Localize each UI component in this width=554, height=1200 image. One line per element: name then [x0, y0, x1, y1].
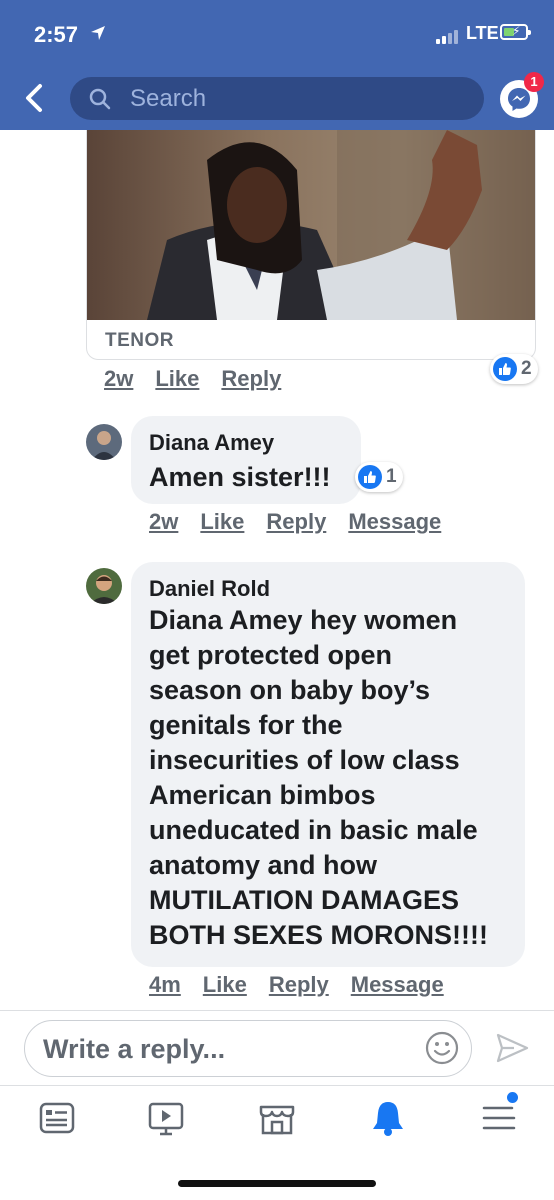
- reply-button[interactable]: Reply: [221, 366, 281, 392]
- network-type: LTE: [466, 23, 499, 43]
- battery-icon: ⚡: [500, 24, 531, 40]
- divider: [0, 1010, 554, 1011]
- menu-notification-dot: [507, 1092, 518, 1103]
- messenger-badge: 1: [524, 72, 544, 92]
- reaction-count: 1: [386, 466, 397, 487]
- reply-button[interactable]: Reply: [266, 509, 326, 535]
- timestamp-link[interactable]: 4m: [149, 972, 181, 998]
- reaction-summary[interactable]: 2: [490, 354, 538, 384]
- comment-bubble: Daniel Rold Diana Amey hey women get pro…: [131, 562, 525, 967]
- back-button[interactable]: [20, 80, 52, 116]
- status-time: 2:57: [34, 22, 79, 47]
- signal-icon: [436, 28, 460, 44]
- watch-icon: [148, 1102, 184, 1136]
- marketplace-icon: [259, 1105, 295, 1135]
- like-button[interactable]: Like: [200, 509, 244, 535]
- app-header: 2:57 LTE ⚡ Search 1: [0, 0, 554, 130]
- comment-text-line: get protected open: [149, 640, 393, 670]
- tab-news-feed[interactable]: [37, 1098, 77, 1138]
- avatar-image: [86, 568, 122, 604]
- send-button[interactable]: [494, 1030, 530, 1071]
- notifications-icon: [373, 1102, 403, 1136]
- comment-author[interactable]: Diana Amey: [149, 430, 274, 456]
- avatar-image: [86, 424, 122, 460]
- search-placeholder: Search: [130, 85, 207, 112]
- menu-icon: [482, 1106, 516, 1130]
- home-indicator: [178, 1180, 376, 1187]
- news-feed-icon: [39, 1102, 75, 1134]
- message-button[interactable]: Message: [348, 509, 441, 535]
- comment-text-line: Diana Amey hey women: [149, 605, 458, 635]
- comment-actions: 4m Like Reply Message: [149, 972, 466, 998]
- reaction-count: 2: [521, 358, 532, 379]
- timestamp-link[interactable]: 2w: [104, 366, 133, 392]
- messenger-button[interactable]: 1: [500, 72, 544, 118]
- chevron-left-icon: [26, 84, 42, 112]
- tab-menu[interactable]: [479, 1092, 519, 1138]
- comment-actions: 2w Like Reply Message: [149, 509, 463, 535]
- like-reaction-icon: [358, 465, 382, 489]
- send-icon: [496, 1033, 529, 1063]
- like-button[interactable]: Like: [155, 366, 199, 392]
- message-button[interactable]: Message: [351, 972, 444, 998]
- tab-notifications[interactable]: [368, 1098, 408, 1138]
- comment-text-line: anatomy and how: [149, 850, 378, 880]
- reply-input[interactable]: Write a reply...: [24, 1020, 472, 1077]
- gif-attachment[interactable]: TENOR: [86, 130, 536, 360]
- comment-text-line: BOTH SEXES MORONS!!!!: [149, 920, 489, 950]
- comment-bubble: Diana Amey Amen sister!!!: [131, 416, 361, 504]
- comment-text-line: MUTILATION DAMAGES: [149, 885, 459, 915]
- like-reaction-icon: [493, 357, 517, 381]
- avatar[interactable]: [86, 568, 122, 604]
- reaction-summary[interactable]: 1: [355, 462, 403, 492]
- comment-text-line: season on baby boy’s: [149, 675, 431, 705]
- tab-watch[interactable]: [146, 1098, 186, 1138]
- like-button[interactable]: Like: [203, 972, 247, 998]
- timestamp-link[interactable]: 2w: [149, 509, 178, 535]
- tab-marketplace[interactable]: [257, 1098, 297, 1138]
- search-icon: [89, 88, 111, 110]
- gif-image[interactable]: [87, 130, 536, 320]
- emoji-button[interactable]: [424, 1030, 460, 1071]
- status-bar: 2:57 LTE ⚡: [0, 0, 554, 66]
- comment-text-line: American bimbos: [149, 780, 376, 810]
- gif-source-label: TENOR: [105, 330, 174, 351]
- search-input[interactable]: Search: [70, 77, 484, 120]
- comment-author[interactable]: Daniel Rold: [149, 576, 270, 602]
- comment-text-line: genitals for the: [149, 710, 343, 740]
- location-arrow-icon: [91, 26, 105, 40]
- comment-text: Amen sister!!!: [149, 462, 331, 492]
- reply-button[interactable]: Reply: [269, 972, 329, 998]
- comment-actions: 2w Like Reply: [104, 366, 303, 392]
- comment-text-line: insecurities of low class: [149, 745, 460, 775]
- comment-text-line: uneducated in basic male: [149, 815, 478, 845]
- reply-placeholder: Write a reply...: [43, 1034, 226, 1064]
- avatar[interactable]: [86, 424, 122, 460]
- emoji-icon: [425, 1031, 459, 1065]
